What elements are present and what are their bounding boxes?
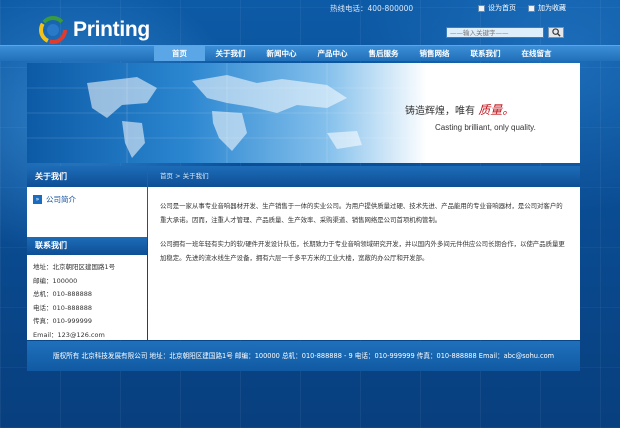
sidebar: 关于我们 » 公司简介 联系我们 地址：北京朝阳区建国路1号 邮编：100000…: [27, 166, 147, 340]
sidebar-item-company-profile[interactable]: » 公司简介: [33, 194, 141, 205]
favorite-icon: [528, 4, 535, 12]
logo[interactable]: Printing: [38, 14, 150, 46]
breadcrumb: 首页 > 关于我们: [148, 166, 580, 187]
contact-switchboard: 总机：010-888888: [33, 290, 93, 298]
slogan-highlight: 质量。: [478, 103, 515, 117]
sidebar-item-label: 公司简介: [46, 195, 76, 204]
logo-swirl-icon: [39, 16, 67, 44]
home-icon: [478, 4, 485, 12]
set-homepage-label: 设为首页: [488, 4, 516, 12]
article-paragraph: 公司是一家从事专业音响器材开发、生产销售于一体的实业公司。为用户提供质量过硬、技…: [160, 202, 563, 224]
add-favorite-link[interactable]: 加为收藏: [528, 3, 566, 13]
set-homepage-link[interactable]: 设为首页: [478, 3, 516, 13]
world-map-icon: [27, 63, 427, 163]
contact-info: 地址：北京朝阳区建国路1号 邮编：100000 总机：010-888888 电话…: [27, 255, 147, 348]
top-links: 设为首页 加为收藏: [478, 3, 566, 13]
article-body: 公司是一家从事专业音响器材开发、生产销售于一体的实业公司。为用户提供质量过硬、技…: [148, 187, 580, 265]
banner-slogan-en: Casting brilliant, only quality.: [435, 123, 536, 132]
hotline: 热线电话：400-800000: [330, 4, 414, 13]
search-input[interactable]: [446, 27, 544, 38]
nav-service[interactable]: 售后服务: [358, 46, 409, 61]
arrow-right-icon: »: [33, 195, 42, 204]
nav-message[interactable]: 在线留言: [511, 46, 562, 61]
banner-world-map-image: [27, 63, 427, 163]
search-icon: [551, 28, 561, 37]
main-content: 首页 > 关于我们 公司是一家从事专业音响器材开发、生产销售于一体的实业公司。为…: [148, 166, 580, 340]
main-nav: 首页 关于我们 新闻中心 产品中心 售后服务 销售网络 联系我们 在线留言: [0, 45, 620, 61]
sidebar-menu: » 公司简介: [27, 187, 147, 217]
sidebar-about-title: 关于我们: [27, 166, 147, 187]
contact-fax: 传真：010-999999: [33, 317, 93, 325]
nav-about[interactable]: 关于我们: [205, 46, 256, 61]
contact-zipcode: 邮编：100000: [33, 276, 78, 285]
add-favorite-label: 加为收藏: [538, 4, 566, 12]
nav-sales-network[interactable]: 销售网络: [409, 46, 460, 61]
slogan-prefix: 铸造辉煌，唯有: [405, 106, 475, 117]
search-button[interactable]: [548, 27, 564, 38]
search-bar: [446, 27, 564, 38]
nav-products[interactable]: 产品中心: [307, 46, 358, 61]
contact-phone: 电话：010-888888: [33, 303, 93, 312]
logo-text: Printing: [73, 18, 150, 41]
nav-contact[interactable]: 联系我们: [460, 46, 511, 61]
contact-email: Email：123@126.com: [33, 330, 105, 339]
footer: 版权所有 北京科技发展有限公司 地址：北京朝阳区建国路1号 邮编：100000 …: [27, 341, 580, 371]
article-paragraph: 公司拥有一班年轻有实力的软/硬件开发设计队伍，长期致力于专业音响领域研究开发，并…: [160, 240, 565, 262]
contact-address: 地址：北京朝阳区建国路1号: [33, 263, 116, 271]
banner: 铸造辉煌，唯有 质量。 Casting brilliant, only qual…: [27, 63, 580, 163]
banner-slogan: 铸造辉煌，唯有 质量。: [405, 101, 514, 118]
nav-news[interactable]: 新闻中心: [256, 46, 307, 61]
sidebar-contact-title: 联系我们: [27, 237, 147, 255]
nav-home[interactable]: 首页: [154, 46, 205, 61]
